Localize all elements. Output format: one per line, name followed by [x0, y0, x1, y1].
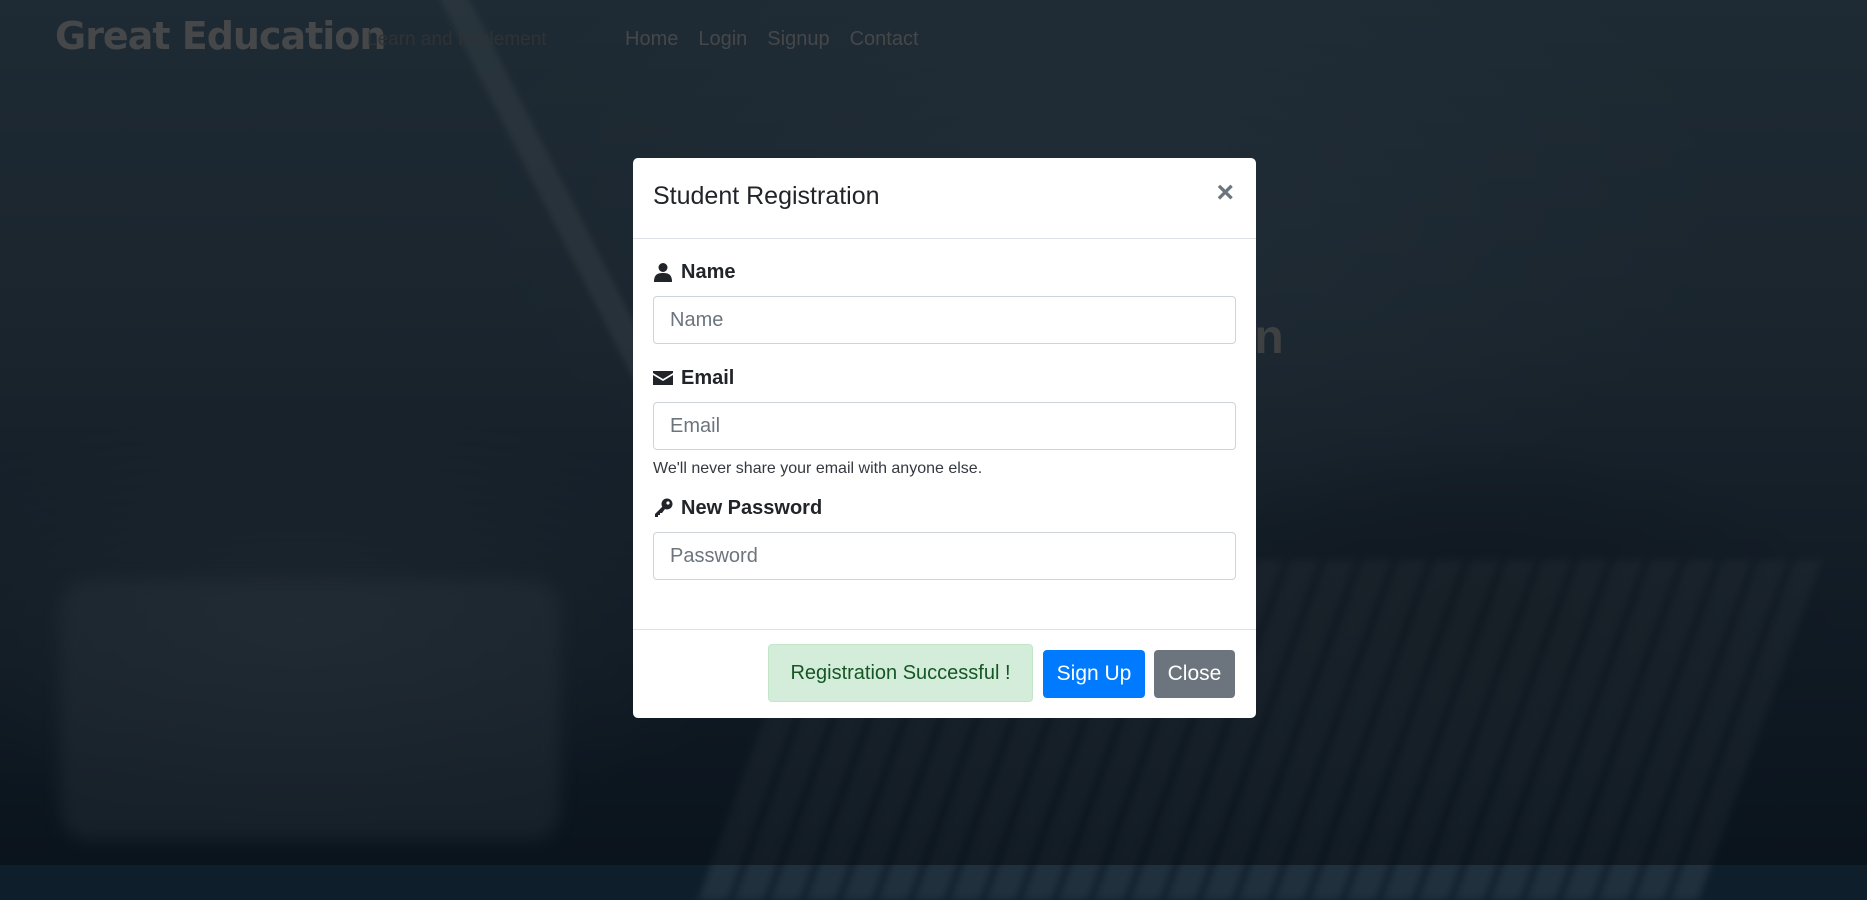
email-input[interactable] [653, 402, 1236, 450]
key-icon [655, 498, 673, 517]
password-label-text: New Password [681, 496, 823, 519]
close-icon[interactable]: × [1216, 178, 1234, 208]
password-group: New Password [653, 494, 1236, 580]
password-label: New Password [653, 494, 1236, 522]
success-alert: Registration Successful ! [768, 644, 1033, 702]
name-group: Name [653, 258, 1236, 344]
user-icon [654, 263, 672, 282]
registration-modal: Student Registration × Name Email [633, 158, 1256, 718]
modal-header: Student Registration × [633, 158, 1256, 239]
modal-title: Student Registration [653, 182, 880, 210]
signup-button[interactable]: Sign Up [1043, 650, 1145, 698]
modal-body: Name Email We'll never share your email … [653, 258, 1236, 600]
name-label-text: Name [681, 260, 736, 283]
email-group: Email We'll never share your email with … [653, 364, 1236, 478]
name-label: Name [653, 258, 1236, 286]
envelope-icon [653, 371, 673, 385]
close-button[interactable]: Close [1154, 650, 1235, 698]
name-input[interactable] [653, 296, 1236, 344]
email-label-text: Email [681, 366, 735, 389]
email-help-text: We'll never share your email with anyone… [653, 460, 983, 477]
password-input[interactable] [653, 532, 1236, 580]
email-label: Email [653, 364, 1236, 392]
modal-footer: Registration Successful ! Sign Up Close [633, 629, 1256, 718]
